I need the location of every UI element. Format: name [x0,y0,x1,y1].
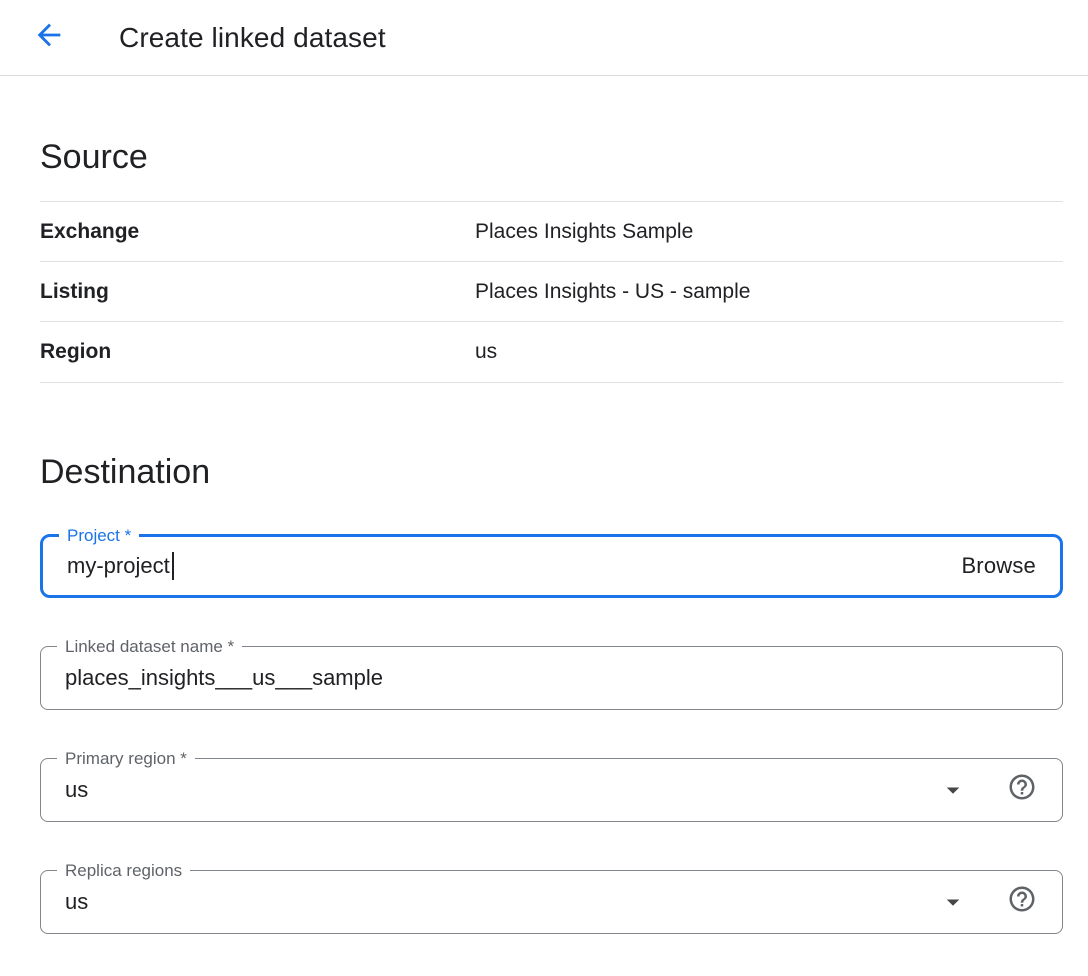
linked-dataset-name-field[interactable]: Linked dataset name * places_insights___… [40,646,1063,710]
row-label: Region [40,339,475,364]
linked-dataset-name-label: Linked dataset name * [57,636,242,657]
primary-region-help-button[interactable] [1006,774,1038,806]
text-cursor [172,552,174,580]
replica-regions-value: us [65,889,88,915]
browse-button[interactable]: Browse [961,553,1036,579]
project-field[interactable]: Project * my-project Browse [40,534,1063,598]
replica-regions-label: Replica regions [57,860,190,881]
arrow-drop-down-icon[interactable] [938,775,968,805]
destination-section-heading: Destination [40,453,1063,492]
replica-regions-help-button[interactable] [1006,886,1038,918]
project-field-value: my-project [67,553,170,579]
replica-regions-select[interactable]: Replica regions us [40,870,1063,934]
arrow-back-icon [32,18,66,57]
primary-region-select[interactable]: Primary region * us [40,758,1063,822]
help-icon [1007,884,1037,919]
linked-dataset-name-value: places_insights___us___sample [65,665,383,691]
primary-region-label: Primary region * [57,748,195,769]
source-info-table: Exchange Places Insights Sample Listing … [40,201,1063,383]
row-value: Places Insights - US - sample [475,279,750,304]
source-section-heading: Source [40,138,1063,177]
row-value: us [475,339,497,364]
arrow-drop-down-icon[interactable] [938,887,968,917]
page-header: Create linked dataset [0,0,1088,76]
table-row-listing: Listing Places Insights - US - sample [40,262,1063,322]
row-label: Listing [40,279,475,304]
page-title: Create linked dataset [119,22,386,54]
main-content: Source Exchange Places Insights Sample L… [0,138,1088,934]
table-row-exchange: Exchange Places Insights Sample [40,202,1063,262]
back-button[interactable] [27,16,71,60]
row-value: Places Insights Sample [475,219,693,244]
row-label: Exchange [40,219,475,244]
primary-region-value: us [65,777,88,803]
help-icon [1007,772,1037,807]
table-row-region: Region us [40,322,1063,382]
project-field-label: Project * [59,525,139,546]
